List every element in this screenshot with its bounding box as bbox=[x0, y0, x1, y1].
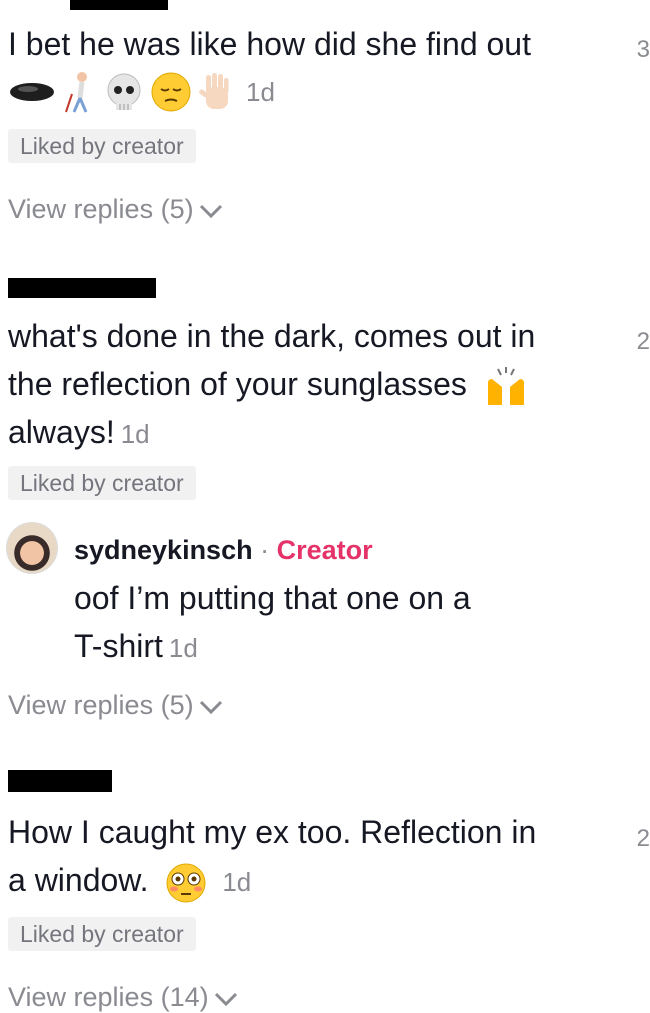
view-replies-button[interactable]: View replies (5) bbox=[8, 194, 224, 225]
person-with-cane-icon bbox=[65, 72, 88, 113]
timestamp: 1d bbox=[120, 419, 150, 449]
redacted-username bbox=[8, 770, 112, 792]
reply-header: sydneykinsch · Creator bbox=[74, 535, 373, 565]
flushed-face-icon bbox=[166, 863, 206, 903]
like-count[interactable]: 2 bbox=[637, 328, 650, 356]
raising-hands-icon bbox=[487, 366, 524, 405]
like-count[interactable]: 2 bbox=[637, 825, 650, 853]
redacted-username bbox=[70, 0, 168, 10]
redacted-username bbox=[8, 278, 156, 298]
skull-icon bbox=[107, 73, 141, 110]
raised-hand-icon bbox=[199, 73, 229, 109]
pensive-face-icon bbox=[151, 72, 191, 112]
reply-text: oof I’m putting that one on a T-shirt 1d bbox=[74, 580, 471, 664]
comment-text: I bet he was like how did she find out bbox=[8, 26, 531, 62]
chevron-down-icon bbox=[199, 204, 222, 218]
timestamp: 1d bbox=[222, 867, 252, 897]
view-replies-button[interactable]: View replies (14) bbox=[8, 982, 239, 1013]
liked-by-creator-badge: Liked by creator bbox=[8, 129, 196, 163]
emoji-row: 1d bbox=[8, 68, 275, 116]
reply-username[interactable]: sydneykinsch bbox=[74, 535, 253, 565]
liked-by-creator-badge: Liked by creator bbox=[8, 917, 196, 951]
comment-text: How I caught my ex too. Reflection in a … bbox=[8, 808, 608, 906]
chevron-down-icon bbox=[199, 700, 222, 714]
timestamp: 1d bbox=[168, 633, 198, 663]
comment-text: what's done in the dark, comes out in th… bbox=[8, 318, 536, 450]
creator-label: Creator bbox=[276, 535, 373, 565]
like-count[interactable]: 3 bbox=[637, 36, 650, 64]
avatar[interactable] bbox=[6, 522, 58, 574]
view-replies-button[interactable]: View replies (5) bbox=[8, 690, 224, 721]
black-oval-icon bbox=[10, 83, 54, 101]
liked-by-creator-badge: Liked by creator bbox=[8, 466, 196, 500]
timestamp: 1d bbox=[246, 76, 275, 107]
